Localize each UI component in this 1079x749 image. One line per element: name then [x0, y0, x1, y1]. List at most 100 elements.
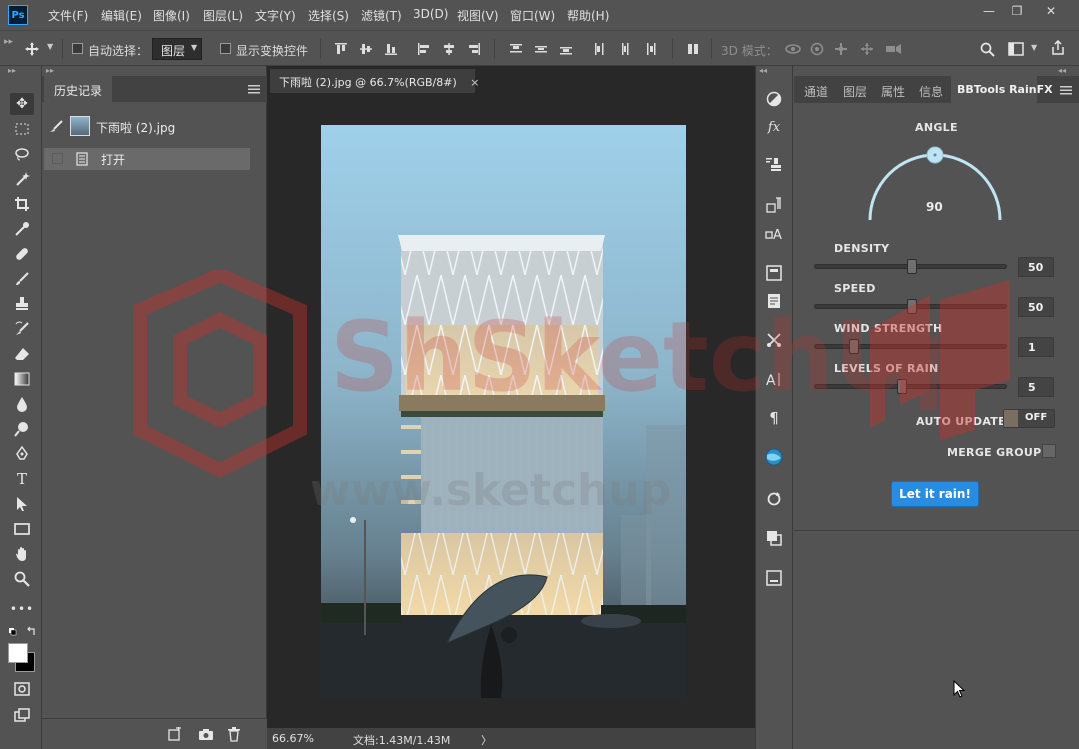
- panel-collapse-icon[interactable]: ◂◂: [759, 66, 767, 75]
- slider-value-input[interactable]: 50: [1018, 297, 1054, 317]
- paragraph-icon[interactable]: ¶: [763, 408, 785, 428]
- auto-align-icon[interactable]: [686, 42, 700, 56]
- eyedropper-icon[interactable]: [10, 218, 34, 240]
- panel-grip-icon[interactable]: ▸▸: [4, 37, 13, 47]
- menu-3d[interactable]: 3D(D): [413, 7, 448, 21]
- menu-edit[interactable]: 编辑(E): [101, 7, 142, 24]
- camera-icon[interactable]: [198, 727, 214, 741]
- lasso-tool-icon[interactable]: [10, 143, 34, 165]
- tool-presets-icon[interactable]: [763, 330, 785, 350]
- clone-stamp-icon[interactable]: [10, 293, 34, 315]
- panel-menu-icon[interactable]: [248, 85, 260, 94]
- adjustments-icon[interactable]: [763, 89, 785, 109]
- close-icon[interactable]: ×: [470, 76, 479, 89]
- slider-thumb[interactable]: [907, 299, 917, 314]
- zoom-level[interactable]: 66.67%: [272, 732, 314, 745]
- panel-collapse-icon[interactable]: ▸▸: [8, 66, 16, 75]
- menu-type[interactable]: 文字(Y): [255, 7, 296, 24]
- search-icon[interactable]: [980, 42, 995, 57]
- navigator-icon[interactable]: [763, 568, 785, 588]
- history-step[interactable]: 打开: [44, 148, 250, 170]
- brush-tool-icon[interactable]: [10, 268, 34, 290]
- close-button[interactable]: ✕: [1036, 2, 1066, 20]
- 3d-scale-icon[interactable]: [885, 42, 903, 56]
- slider-value-input[interactable]: 5: [1018, 377, 1054, 397]
- 3d-orbit-icon[interactable]: [784, 42, 802, 56]
- fx-icon[interactable]: fx: [763, 117, 785, 137]
- menu-help[interactable]: 帮助(H): [567, 7, 609, 24]
- slider-track[interactable]: [814, 379, 1007, 394]
- distribute-vcenter-icon[interactable]: [534, 42, 548, 56]
- blur-tool-icon[interactable]: [10, 393, 34, 415]
- auto-select-checkbox[interactable]: [72, 43, 83, 54]
- tab-bbtools-rainfx[interactable]: BBTools RainFX: [951, 76, 1053, 103]
- menu-layer[interactable]: 图层(L): [203, 7, 243, 24]
- character-icon[interactable]: A: [763, 369, 785, 389]
- auto-update-toggle[interactable]: OFF: [1003, 409, 1055, 428]
- distribute-hcenter-icon[interactable]: [618, 42, 632, 56]
- document-tab[interactable]: 下雨啦 (2).jpg @ 66.7%(RGB/8#) ×: [270, 69, 479, 93]
- distribute-left-icon[interactable]: [593, 42, 607, 56]
- magic-wand-icon[interactable]: [10, 168, 34, 190]
- rectangle-tool-icon[interactable]: [10, 518, 34, 540]
- 3d-roll-icon[interactable]: [810, 42, 824, 56]
- history-brush-source-icon[interactable]: [48, 119, 64, 133]
- align-right-icon[interactable]: [467, 42, 481, 56]
- panel-collapse-icon[interactable]: ◂◂: [1058, 66, 1066, 75]
- history-brush-icon[interactable]: [10, 318, 34, 340]
- panel-collapse-icon[interactable]: ▸▸: [46, 66, 54, 75]
- bbtools-rainfx-icon[interactable]: [763, 447, 785, 467]
- tab-properties[interactable]: 属性: [881, 83, 905, 100]
- default-colors-icon[interactable]: [8, 626, 38, 638]
- move-tool-icon[interactable]: [24, 41, 40, 57]
- screen-mode-icon[interactable]: [10, 704, 34, 726]
- panel-menu-icon[interactable]: [1060, 86, 1072, 95]
- distribute-top-icon[interactable]: [509, 42, 523, 56]
- healing-brush-icon[interactable]: [10, 243, 34, 265]
- slider-thumb[interactable]: [897, 379, 907, 394]
- tab-channels[interactable]: 通道: [804, 83, 828, 100]
- tab-history[interactable]: 历史记录: [44, 76, 113, 102]
- tab-layers[interactable]: 图层: [843, 83, 867, 100]
- tab-info[interactable]: 信息: [919, 83, 943, 100]
- align-vcenter-icon[interactable]: [359, 42, 373, 56]
- menu-view[interactable]: 视图(V): [457, 7, 499, 24]
- type-tool-icon[interactable]: T: [10, 468, 34, 490]
- distribute-right-icon[interactable]: [643, 42, 657, 56]
- align-hcenter-icon[interactable]: [442, 42, 456, 56]
- move-tool-icon[interactable]: ✥: [10, 93, 34, 115]
- distribute-bottom-icon[interactable]: [559, 42, 573, 56]
- share-icon[interactable]: [1050, 40, 1066, 56]
- notes-icon[interactable]: [763, 291, 785, 311]
- image-canvas[interactable]: [321, 125, 686, 698]
- marquee-tool-icon[interactable]: [10, 118, 34, 140]
- crop-tool-icon[interactable]: [10, 193, 34, 215]
- zoom-tool-icon[interactable]: [10, 568, 34, 590]
- auto-select-dropdown[interactable]: 图层 ▼: [152, 38, 202, 60]
- restore-button[interactable]: ❐: [1002, 2, 1032, 20]
- pen-tool-icon[interactable]: [10, 443, 34, 465]
- character-styles-icon[interactable]: A: [763, 223, 785, 243]
- foreground-color-swatch[interactable]: [8, 643, 28, 663]
- align-left-icon[interactable]: [417, 42, 431, 56]
- align-bottom-icon[interactable]: [384, 42, 398, 56]
- path-selection-icon[interactable]: [10, 493, 34, 515]
- paragraph-styles-icon[interactable]: [763, 195, 785, 215]
- slider-track[interactable]: [814, 339, 1007, 354]
- menu-image[interactable]: 图像(I): [153, 7, 190, 24]
- slider-thumb[interactable]: [907, 259, 917, 274]
- libraries-icon[interactable]: [763, 263, 785, 283]
- align-top-icon[interactable]: [334, 42, 348, 56]
- dodge-tool-icon[interactable]: [10, 418, 34, 440]
- layer-comps-icon[interactable]: [763, 528, 785, 548]
- show-transform-checkbox[interactable]: [220, 43, 231, 54]
- workspace-icon[interactable]: [1008, 42, 1024, 56]
- gradient-tool-icon[interactable]: [10, 368, 34, 390]
- 3d-slide-icon[interactable]: [860, 42, 874, 56]
- new-document-from-state-icon[interactable]: [167, 727, 183, 741]
- clone-source-icon[interactable]: [763, 155, 785, 175]
- slider-value-input[interactable]: 50: [1018, 257, 1054, 277]
- menu-filter[interactable]: 滤镜(T): [361, 7, 402, 24]
- quick-mask-icon[interactable]: [10, 678, 34, 700]
- status-menu-arrow[interactable]: 〉: [481, 732, 492, 748]
